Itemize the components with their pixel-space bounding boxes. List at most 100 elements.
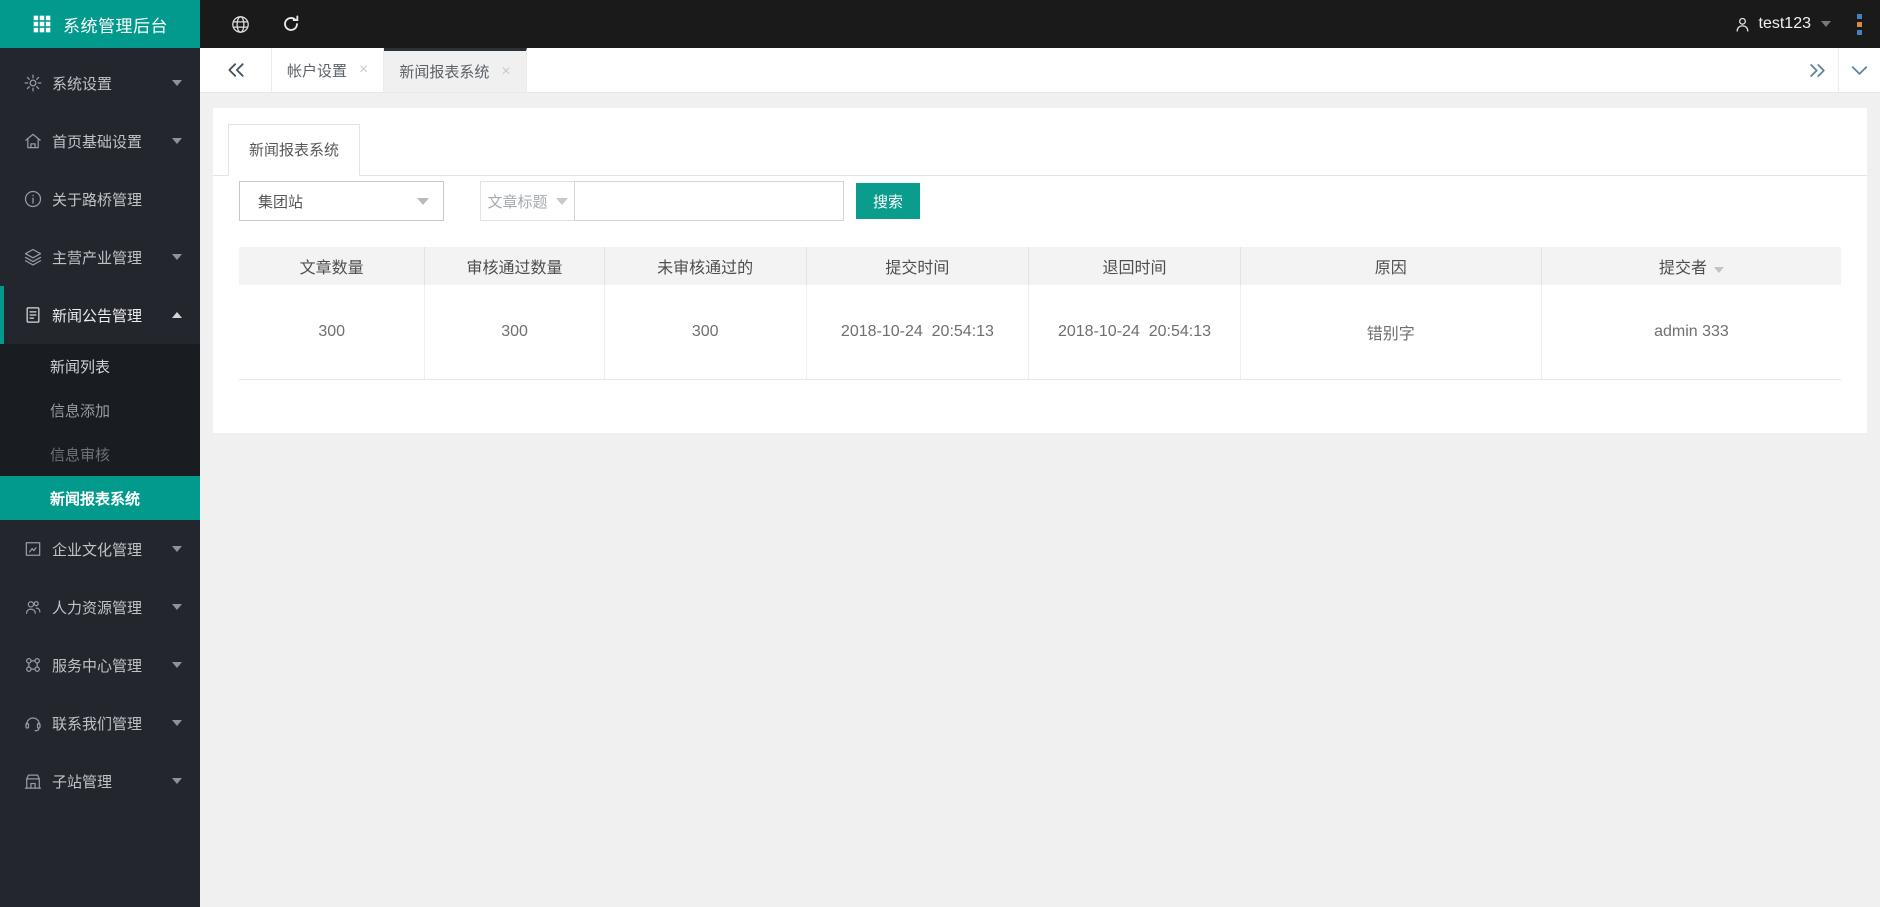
- sidebar-item-hr[interactable]: 人力资源管理: [0, 578, 200, 636]
- sidebar-subitem-news-list[interactable]: 新闻列表: [0, 344, 200, 388]
- gear-icon: [23, 73, 43, 93]
- sidebar-item-label: 系统设置: [52, 75, 113, 93]
- sidebar-item-industry[interactable]: 主营产业管理: [0, 228, 200, 286]
- subitem-label: 新闻报表系统: [50, 490, 141, 508]
- chevron-down-icon: [172, 80, 182, 86]
- sidebar-item-label: 首页基础设置: [52, 133, 143, 151]
- cell-submit-time: 2018-10-24 20:54:13: [805, 285, 1029, 380]
- news-submenu: 新闻列表 信息添加 信息审核 新闻报表系统: [0, 344, 200, 520]
- sidebar-item-label: 人力资源管理: [52, 599, 143, 617]
- panel-tab-news-report[interactable]: 新闻报表系统: [228, 124, 361, 176]
- sidebar-item-label: 主营产业管理: [52, 249, 143, 267]
- sidebar-item-news-management[interactable]: 新闻公告管理: [0, 286, 200, 344]
- sidebar-item-label: 子站管理: [52, 773, 113, 791]
- tab-label: 新闻报表系统: [399, 64, 490, 81]
- panel-tab-header: 新闻报表系统: [213, 108, 1867, 176]
- report-table-wrap: 文章数量 审核通过数量 未审核通过的 提交时间 退回时间 原因 提交者 300 …: [239, 247, 1841, 380]
- chevron-down-icon: [1851, 65, 1868, 75]
- tabbar-controls: [1796, 48, 1880, 92]
- double-chevron-right-icon: [1809, 63, 1825, 77]
- substation-icon: [23, 771, 43, 791]
- tabs-scroll-left-button[interactable]: [200, 48, 272, 92]
- cell-article-count: 300: [239, 285, 425, 380]
- tabs-collapse-button[interactable]: [1838, 48, 1880, 92]
- site-select-value: 集团站: [258, 193, 304, 211]
- close-icon[interactable]: ×: [501, 63, 510, 80]
- refresh-icon[interactable]: [281, 14, 301, 34]
- col-header-approved-count: 审核通过数量: [424, 247, 605, 285]
- search-field-group: 文章标题: [480, 181, 844, 221]
- tab-account-settings[interactable]: 帐户设置 ×: [272, 48, 385, 92]
- tabs-scroll-right-button[interactable]: [1796, 48, 1838, 92]
- cell-return-time: 2018-10-24 20:54:13: [1028, 285, 1241, 380]
- sidebar-item-home-settings[interactable]: 首页基础设置: [0, 112, 200, 170]
- sidebar-item-label: 企业文化管理: [52, 541, 143, 559]
- sidebar-item-label: 关于路桥管理: [52, 191, 143, 209]
- col-header-reason: 原因: [1239, 247, 1542, 285]
- cell-unapproved-count: 300: [603, 285, 807, 380]
- field-select-value: 文章标题: [487, 193, 548, 211]
- report-table: 文章数量 审核通过数量 未审核通过的 提交时间 退回时间 原因 提交者 300 …: [239, 247, 1841, 380]
- cell-reason: 错别字: [1239, 285, 1542, 380]
- people-icon: [23, 597, 43, 617]
- col-header-return-time: 退回时间: [1028, 247, 1241, 285]
- sidebar-subitem-news-report-system[interactable]: 新闻报表系统: [0, 476, 200, 520]
- tab-news-report-system[interactable]: 新闻报表系统 ×: [384, 48, 527, 92]
- col-header-submitter[interactable]: 提交者: [1540, 247, 1841, 285]
- topbar-right: test123: [1733, 10, 1880, 39]
- sidebar-subitem-info-add[interactable]: 信息添加: [0, 388, 200, 432]
- sidebar-item-label: 联系我们管理: [52, 715, 143, 733]
- sidebar-item-contact[interactable]: 联系我们管理: [0, 694, 200, 752]
- sidebar-item-about[interactable]: 关于路桥管理: [0, 170, 200, 228]
- topbar: test123: [200, 0, 1880, 48]
- globe-icon[interactable]: [230, 14, 251, 35]
- col-header-submit-time: 提交时间: [805, 247, 1029, 285]
- layers-icon: [23, 247, 43, 267]
- username: test123: [1758, 15, 1811, 32]
- sidebar-item-label: 服务中心管理: [52, 657, 143, 675]
- user-menu[interactable]: test123: [1733, 15, 1831, 34]
- news-document-icon: [23, 305, 43, 325]
- close-icon[interactable]: ×: [359, 62, 368, 78]
- content-area: 新闻报表系统 集团站 文章标题 搜索 文章数量 审核通过数量 未审核通过的 提交…: [200, 93, 1880, 907]
- user-icon: [1736, 17, 1748, 32]
- tabbar: 帐户设置 × 新闻报表系统 ×: [200, 48, 1880, 93]
- chevron-down-icon: [172, 604, 182, 610]
- chevron-down-icon: [172, 662, 182, 668]
- main-column: test123 帐户设置 × 新闻报表系统 × 新闻报表系统 集团站 文章标题 …: [200, 0, 1880, 907]
- field-select[interactable]: 文章标题: [480, 181, 575, 221]
- sidebar-item-service-center[interactable]: 服务中心管理: [0, 636, 200, 694]
- subitem-label: 信息添加: [50, 402, 111, 420]
- kebab-menu-icon[interactable]: [1853, 10, 1866, 39]
- chevron-down-icon: [555, 197, 568, 205]
- sidebar-item-culture[interactable]: 企业文化管理: [0, 520, 200, 578]
- info-icon: [23, 189, 43, 209]
- sidebar-item-label: 新闻公告管理: [52, 307, 143, 325]
- admin-app: 系统管理后台 系统设置 首页基础设置 关于路桥管理 主营产业管理 新闻公告管理 …: [0, 0, 1880, 907]
- chevron-down-icon: [172, 254, 182, 260]
- chevron-down-icon: [172, 720, 182, 726]
- col-header-article-count: 文章数量: [239, 247, 425, 285]
- col-header-unapproved-count: 未审核通过的: [603, 247, 807, 285]
- chevron-down-icon: [172, 778, 182, 784]
- chevron-down-icon: [172, 138, 182, 144]
- sidebar-item-substation[interactable]: 子站管理: [0, 752, 200, 810]
- site-select[interactable]: 集团站: [239, 181, 444, 221]
- chevron-down-icon: [417, 197, 429, 205]
- subitem-label: 新闻列表: [50, 358, 111, 376]
- chevron-down-icon: [1821, 21, 1831, 27]
- service-center-icon: [23, 655, 43, 675]
- search-input[interactable]: [574, 181, 844, 221]
- sidebar-nav: 系统设置 首页基础设置 关于路桥管理 主营产业管理 新闻公告管理 新闻列表 信息…: [0, 48, 200, 907]
- search-button[interactable]: 搜索: [856, 183, 920, 219]
- sidebar-subitem-info-review[interactable]: 信息审核: [0, 432, 200, 476]
- chevron-down-icon: [172, 546, 182, 552]
- app-logo[interactable]: 系统管理后台: [0, 0, 200, 48]
- chevron-up-icon: [172, 312, 182, 318]
- table-row: 300 300 300 2018-10-24 20:54:13 2018-10-…: [239, 285, 1841, 380]
- sidebar-item-system-settings[interactable]: 系统设置: [0, 54, 200, 112]
- filter-row: 集团站 文章标题 搜索: [239, 181, 1867, 221]
- home-icon: [23, 131, 43, 151]
- culture-frame-icon: [23, 539, 43, 559]
- cell-approved-count: 300: [424, 285, 605, 380]
